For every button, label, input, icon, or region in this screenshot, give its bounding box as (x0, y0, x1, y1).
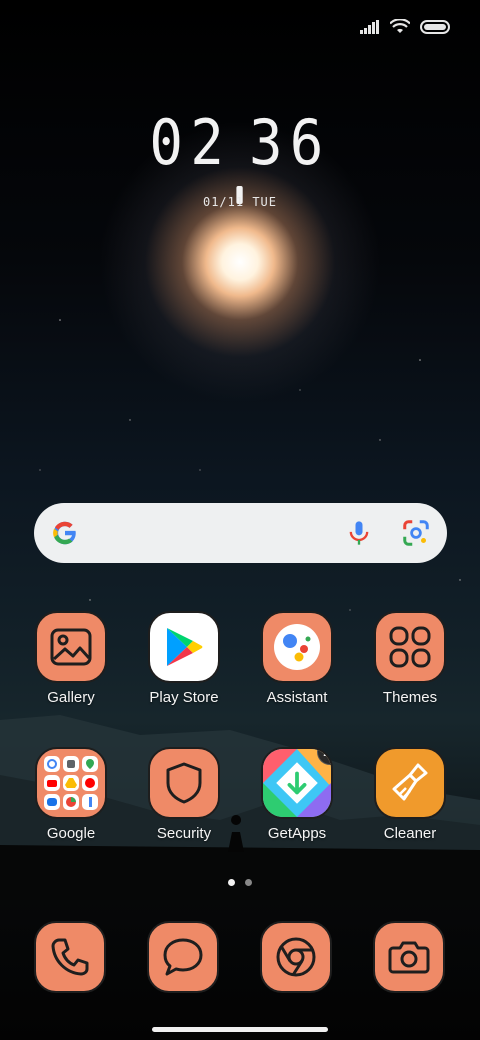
camera-icon[interactable] (373, 921, 445, 993)
phone-icon[interactable] (34, 921, 106, 993)
app-gallery[interactable]: Gallery (17, 611, 125, 706)
app-label: GetApps (267, 825, 327, 842)
one-mini-icon (82, 794, 98, 810)
app-themes[interactable]: Themes (356, 611, 464, 706)
google-g-icon (53, 521, 78, 545)
app-label: Google (46, 825, 96, 842)
google-search-bar[interactable] (34, 503, 447, 563)
app-security[interactable]: Security (130, 747, 238, 842)
app-assistant[interactable]: Assistant (243, 611, 351, 706)
signal-icon (360, 20, 379, 34)
app-label: Play Store (149, 689, 219, 706)
clock-minute-tens: 3 (249, 106, 290, 179)
app-label: Assistant (266, 689, 328, 706)
page-dot-1[interactable] (228, 879, 235, 886)
app-play-store[interactable]: Play Store (130, 611, 238, 706)
folder-google[interactable]: Google (17, 747, 125, 842)
app-label: Themes (382, 689, 438, 706)
cleaner-broom-icon[interactable] (374, 747, 446, 819)
google-folder-icon[interactable] (35, 747, 107, 819)
clock-minute-ones: 6 (289, 106, 331, 179)
clock-hour-ones: 2 (190, 106, 231, 179)
status-bar (360, 16, 450, 38)
youtube-mini-icon (44, 775, 60, 791)
messages-icon[interactable] (147, 921, 219, 993)
themes-icon[interactable] (374, 611, 446, 683)
app-cleaner[interactable]: Cleaner (356, 747, 464, 842)
microphone-icon[interactable] (345, 519, 373, 547)
battery-icon (420, 20, 450, 34)
wifi-icon (390, 19, 410, 33)
clock-hour-tens: 0 (149, 106, 191, 179)
chrome-icon[interactable] (260, 921, 332, 993)
gallery-icon[interactable] (35, 611, 107, 683)
date-label[interactable]: 01/11 TUE (0, 195, 480, 209)
security-shield-icon[interactable] (148, 747, 220, 819)
photos-mini-icon (63, 756, 79, 772)
page-indicator[interactable] (228, 879, 252, 886)
app-label: Gallery (47, 689, 95, 706)
google-app-mini-icon (44, 756, 60, 772)
duo-mini-icon (44, 794, 60, 810)
maps-mini-icon (82, 756, 98, 772)
assistant-icon[interactable] (261, 611, 333, 683)
drive-mini-icon (63, 775, 79, 791)
app-getapps[interactable]: 28 GetApps (243, 747, 351, 842)
page-dot-2[interactable] (245, 879, 252, 886)
clock-widget[interactable]: 02 36 (24, 106, 456, 204)
google-lens-icon[interactable] (401, 518, 431, 548)
play-store-icon[interactable] (148, 611, 220, 683)
gesture-home-bar[interactable] (152, 1027, 328, 1032)
app-label: Cleaner (383, 825, 437, 842)
pinwheel-mini-icon (63, 794, 79, 810)
getapps-icon[interactable]: 28 (261, 747, 333, 819)
app-label: Security (156, 825, 212, 842)
youtube-music-mini-icon (82, 775, 98, 791)
